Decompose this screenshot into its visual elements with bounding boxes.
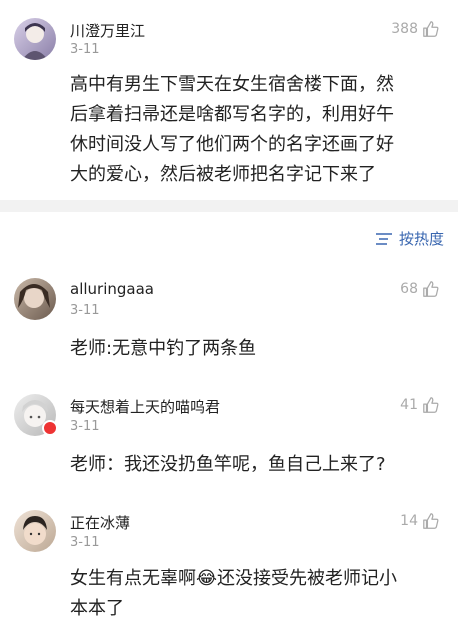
comment-text: 老师:无意中钓了两条鱼 [70,334,450,364]
avatar[interactable] [14,18,56,60]
thumbs-up-icon [423,21,439,37]
avatar[interactable] [14,278,56,320]
comment-text-line: 老师:无意中钓了两条鱼 [70,338,257,359]
thumbs-up-icon [423,513,439,529]
avatar-illustration [22,23,48,60]
like-button[interactable]: 388 [391,20,440,38]
sort-lines-icon [375,232,392,245]
sort-label: 按热度 [398,230,444,248]
comment-text-line: 本本了 [70,598,124,619]
sort-button[interactable]: 按热度 [375,228,444,249]
thumbs-up-icon [423,397,439,413]
comment-username[interactable]: 川澄万里江 [70,20,145,41]
comment-username[interactable]: 每天想着上天的喵呜君 [70,396,220,417]
comment-text-line: 后拿着扫帚还是啥都写名字的，利用好午 [70,104,394,125]
comment-text-line: 休时间没人写了他们两个的名字还画了好 [70,134,394,155]
comment-username[interactable]: 正在冰薄 [70,512,130,533]
comment-date: 3-11 [70,303,100,318]
thumbs-up-icon [423,281,439,297]
comment-text: 女生有点无辜啊😂还没接受先被老师记小 本本了 [70,564,450,624]
like-button[interactable]: 14 [400,512,440,530]
like-count: 41 [400,397,418,413]
comment-username[interactable]: alluringaaa [70,280,154,298]
avatar[interactable] [14,510,56,552]
avatar-illustration [23,516,47,545]
like-count: 388 [391,21,418,37]
like-count: 68 [400,281,418,297]
comment-text-line: 大的爱心，然后被老师把名字记下来了 [70,164,376,185]
like-button[interactable]: 68 [400,280,440,298]
verified-badge-icon [42,420,58,436]
comment-text-line: 高中有男生下雪天在女生宿舍楼下面，然 [70,74,394,95]
comment-text: 高中有男生下雪天在女生宿舍楼下面，然 后拿着扫帚还是啥都写名字的，利用好午 休时… [70,70,450,190]
comment-text-line: 老师：我还没扔鱼竿呢，鱼自己上来了? [70,454,386,475]
comment-date: 3-11 [70,419,100,434]
section-divider [0,200,458,212]
comment-date: 3-11 [70,42,100,57]
like-count: 14 [400,513,418,529]
comment-date: 3-11 [70,535,100,550]
like-button[interactable]: 41 [400,396,440,414]
comment-text: 老师：我还没扔鱼竿呢，鱼自己上来了? [70,450,450,480]
avatar-illustration [18,284,50,308]
comment-text-line: 女生有点无辜啊😂还没接受先被老师记小 [70,568,398,589]
